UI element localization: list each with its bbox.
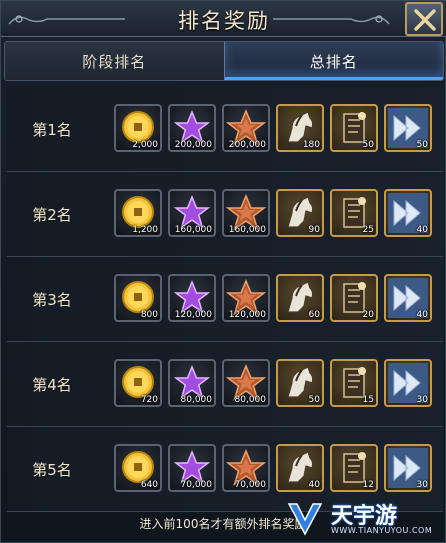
item-quantity: 50	[416, 140, 428, 150]
item-quantity: 2,000	[132, 140, 158, 150]
reward-item-speedup[interactable]: 40	[384, 189, 432, 237]
item-quantity: 12	[362, 480, 374, 490]
reward-item-speedup[interactable]: 50	[384, 104, 432, 152]
close-icon	[414, 9, 436, 31]
reward-item-purple-star[interactable]: 80,000	[168, 359, 216, 407]
reward-item-purple-star[interactable]: 120,000	[168, 274, 216, 322]
reward-row: 第2名 1,200 160,000 160,000 90 25 40	[7, 172, 443, 257]
reward-item-bronze-star[interactable]: 200,000	[222, 104, 270, 152]
item-quantity: 1,200	[132, 225, 158, 235]
reward-item-purple-star[interactable]: 70,000	[168, 444, 216, 492]
reward-item-scroll[interactable]: 25	[330, 189, 378, 237]
item-quantity: 160,000	[174, 225, 212, 235]
reward-item-bronze-star[interactable]: 80,000	[222, 359, 270, 407]
item-quantity: 50	[308, 395, 320, 405]
item-quantity: 800	[140, 310, 158, 320]
reward-item-horse[interactable]: 40	[276, 444, 324, 492]
item-quantity: 30	[416, 480, 428, 490]
item-quantity: 200,000	[174, 140, 212, 150]
item-quantity: 40	[416, 225, 428, 235]
reward-item-gold-coin[interactable]: 640	[114, 444, 162, 492]
reward-item-speedup[interactable]: 30	[384, 444, 432, 492]
title-bar: 排名奖励	[1, 1, 446, 37]
reward-item-purple-star[interactable]: 200,000	[168, 104, 216, 152]
reward-row: 第1名 2,000 200,000 200,000 180 50 50	[7, 87, 443, 172]
item-quantity: 180	[302, 140, 320, 150]
rank-label: 第4名	[32, 375, 72, 394]
item-quantity: 90	[308, 225, 320, 235]
reward-item-speedup[interactable]: 30	[384, 359, 432, 407]
reward-row: 第4名 720 80,000 80,000 50 15 30	[7, 342, 443, 427]
reward-item-gold-coin[interactable]: 800	[114, 274, 162, 322]
rank-label: 第5名	[32, 460, 72, 479]
reward-item-purple-star[interactable]: 160,000	[168, 189, 216, 237]
item-quantity: 70,000	[234, 480, 267, 490]
item-quantity: 25	[362, 225, 374, 235]
item-quantity: 70,000	[180, 480, 213, 490]
rank-label: 第2名	[32, 205, 72, 224]
close-button[interactable]	[405, 2, 443, 36]
tab-total-ranking[interactable]: 总排名	[223, 42, 443, 80]
item-quantity: 20	[362, 310, 374, 320]
item-quantity: 40	[308, 480, 320, 490]
reward-item-bronze-star[interactable]: 120,000	[222, 274, 270, 322]
reward-item-bronze-star[interactable]: 160,000	[222, 189, 270, 237]
rank-label: 第1名	[32, 120, 72, 139]
reward-item-horse[interactable]: 180	[276, 104, 324, 152]
item-quantity: 640	[140, 480, 158, 490]
reward-row: 第3名 800 120,000 120,000 60 20 40	[7, 257, 443, 342]
tab-stage-ranking[interactable]: 阶段排名	[5, 42, 224, 80]
reward-item-gold-coin[interactable]: 1,200	[114, 189, 162, 237]
reward-item-scroll[interactable]: 50	[330, 104, 378, 152]
watermark-logo: 天宇游 WWW.TIANYUYOU.COM	[283, 496, 443, 540]
reward-item-horse[interactable]: 90	[276, 189, 324, 237]
item-quantity: 30	[416, 395, 428, 405]
reward-item-gold-coin[interactable]: 2,000	[114, 104, 162, 152]
item-quantity: 60	[308, 310, 320, 320]
item-quantity: 15	[362, 395, 374, 405]
reward-item-bronze-star[interactable]: 70,000	[222, 444, 270, 492]
item-quantity: 720	[140, 395, 158, 405]
item-quantity: 40	[416, 310, 428, 320]
ranking-reward-panel: 排名奖励 阶段排名 总排名 第1名 2,000 200,000 200,000 180 5…	[0, 0, 446, 543]
reward-item-scroll[interactable]: 20	[330, 274, 378, 322]
item-quantity: 120,000	[228, 310, 266, 320]
item-quantity: 120,000	[174, 310, 212, 320]
reward-list: 第1名 2,000 200,000 200,000 180 50 50 第2名 1,200 160…	[7, 87, 443, 512]
item-quantity: 50	[362, 140, 374, 150]
reward-item-scroll[interactable]: 12	[330, 444, 378, 492]
watermark-url: WWW.TIANYUYOU.COM	[331, 526, 433, 535]
watermark-icon	[287, 503, 323, 536]
reward-item-gold-coin[interactable]: 720	[114, 359, 162, 407]
rank-label: 第3名	[32, 290, 72, 309]
item-quantity: 200,000	[228, 140, 266, 150]
reward-item-speedup[interactable]: 40	[384, 274, 432, 322]
item-quantity: 80,000	[180, 395, 213, 405]
tab-bar: 阶段排名 总排名	[4, 41, 444, 81]
reward-item-horse[interactable]: 60	[276, 274, 324, 322]
item-quantity: 160,000	[228, 225, 266, 235]
reward-item-scroll[interactable]: 15	[330, 359, 378, 407]
reward-item-horse[interactable]: 50	[276, 359, 324, 407]
item-quantity: 80,000	[234, 395, 267, 405]
title-ornament-right-icon	[273, 15, 390, 25]
